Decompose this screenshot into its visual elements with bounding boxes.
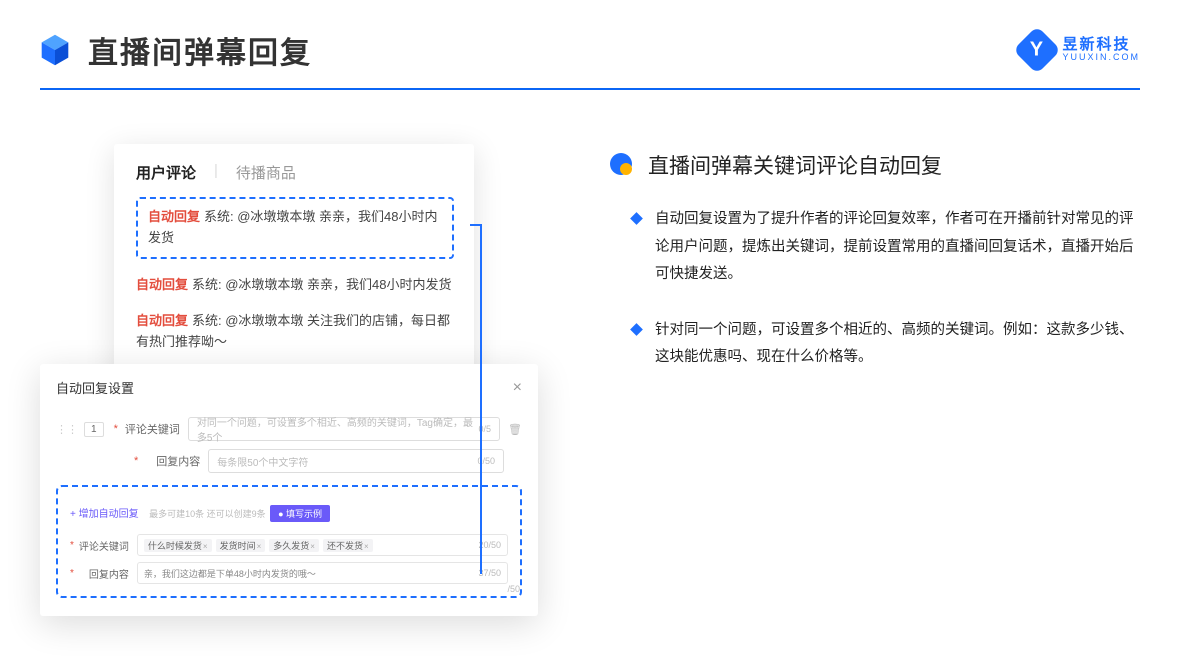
add-auto-reply-link[interactable]: + 增加自动回复 bbox=[70, 509, 139, 520]
section-title: 直播间弹幕关键词评论自动回复 bbox=[648, 150, 942, 180]
brand-name-cn: 昱新科技 bbox=[1062, 37, 1140, 54]
tab-user-comments[interactable]: 用户评论 bbox=[136, 162, 196, 183]
brand-logo: Y 昱新科技 YUUXIN.COM bbox=[1020, 33, 1140, 67]
feature-text: 自动回复设置为了提升作者的评论回复效率，作者可在开播前针对常见的评论用户问题，提… bbox=[655, 206, 1140, 289]
example-keyword-label: 评论关键词 bbox=[77, 538, 129, 553]
overlap-circles-icon bbox=[610, 153, 634, 177]
keyword-chip[interactable]: 发货时间× bbox=[216, 539, 266, 552]
outer-count: /50 bbox=[507, 584, 520, 594]
reply-input[interactable]: 每条限50个中文字符 0/50 bbox=[208, 449, 504, 473]
required-indicator: * bbox=[70, 568, 74, 579]
auto-reply-settings-modal: 自动回复设置 × ⋮⋮ 1 * 评论关键词 对同一个问题，可设置多个相近、高频的… bbox=[40, 364, 538, 616]
add-hint: 最多可建10条 还可以创建9条 bbox=[149, 509, 266, 519]
keyword-chip[interactable]: 还不发货× bbox=[323, 539, 373, 552]
tab-pending-goods[interactable]: 待播商品 bbox=[236, 162, 296, 183]
delete-icon[interactable]: 🗑 bbox=[508, 423, 522, 436]
drag-handle-icon[interactable]: ⋮⋮ bbox=[56, 423, 78, 436]
keyword-input[interactable]: 对同一个问题，可设置多个相近、高频的关键词，Tag确定，最多5个 0/5 bbox=[188, 417, 500, 441]
modal-title: 自动回复设置 bbox=[56, 378, 134, 397]
rule-index: 1 bbox=[84, 422, 104, 437]
brand-name-en: YUUXIN.COM bbox=[1062, 53, 1140, 63]
auto-reply-tag: 自动回复 bbox=[136, 277, 188, 292]
feature-point: 自动回复设置为了提升作者的评论回复效率，作者可在开播前针对常见的评论用户问题，提… bbox=[610, 206, 1140, 289]
feature-point: 针对同一个问题，可设置多个相近的、高频的关键词。例如：这款多少钱、这块能优惠吗、… bbox=[610, 317, 1140, 372]
connector-line bbox=[470, 224, 482, 226]
required-indicator: * bbox=[114, 423, 118, 435]
comment-row: 自动回复系统: @冰墩墩本墩 亲亲，我们48小时内发货 bbox=[136, 275, 454, 296]
example-highlight: + 增加自动回复 最多可建10条 还可以创建9条 ● 填写示例 * 评论关键词 … bbox=[56, 485, 522, 598]
diamond-bullet-icon bbox=[630, 212, 643, 225]
example-reply-label: 回复内容 bbox=[77, 566, 129, 581]
auto-reply-tag: 自动回复 bbox=[148, 209, 200, 224]
connector-line bbox=[480, 224, 482, 574]
feature-text: 针对同一个问题，可设置多个相近的、高频的关键词。例如：这款多少钱、这块能优惠吗、… bbox=[655, 317, 1140, 372]
brand-badge-icon: Y bbox=[1013, 26, 1061, 74]
comment-text: 系统: @冰墩墩本墩 亲亲，我们48小时内发货 bbox=[192, 277, 452, 292]
diamond-bullet-icon bbox=[630, 323, 643, 336]
close-icon[interactable]: × bbox=[513, 379, 522, 397]
example-keyword-box: 什么时候发货× 发货时间× 多久发货× 还不发货× 20/50 bbox=[137, 534, 508, 556]
comment-row: 自动回复系统: @冰墩墩本墩 关注我们的店铺，每日都有热门推荐呦～ bbox=[136, 311, 454, 353]
keyword-chip[interactable]: 什么时候发货× bbox=[144, 539, 212, 552]
auto-reply-tag: 自动回复 bbox=[136, 313, 188, 328]
required-indicator: * bbox=[134, 455, 138, 467]
example-badge: ● 填写示例 bbox=[270, 505, 330, 522]
example-reply-box: 亲，我们这边都是下单48小时内发货的哦～ 37/50 bbox=[137, 562, 508, 584]
reply-label: 回复内容 bbox=[142, 453, 200, 469]
keyword-chip[interactable]: 多久发货× bbox=[269, 539, 319, 552]
keyword-label: 评论关键词 bbox=[122, 421, 180, 437]
example-reply-text: 亲，我们这边都是下单48小时内发货的哦～ bbox=[144, 567, 316, 580]
page-title: 直播间弹幕回复 bbox=[88, 28, 1020, 72]
cube-icon bbox=[36, 31, 74, 69]
highlighted-comment: 自动回复系统: @冰墩墩本墩 亲亲，我们48小时内发货 bbox=[136, 197, 454, 259]
required-indicator: * bbox=[70, 540, 74, 551]
tab-separator: | bbox=[214, 162, 218, 183]
